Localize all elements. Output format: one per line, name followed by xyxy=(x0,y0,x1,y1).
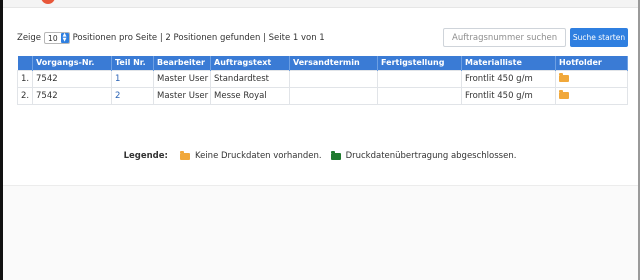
fertigstellung xyxy=(377,69,462,88)
table-header-row: Vorgangs-Nr. Teil Nr. Bearbeiter Auftrag… xyxy=(17,56,628,70)
spinner-icon[interactable]: ▲ ▼ xyxy=(60,33,69,43)
folder-icon xyxy=(179,150,190,160)
pager-status: Positionen pro Seite | 2 Positionen gefu… xyxy=(72,33,325,43)
folder-icon[interactable] xyxy=(559,90,569,99)
col-bearbeiter[interactable]: Bearbeiter xyxy=(153,56,211,70)
legend-label-no-data: Keine Druckdaten vorhanden. xyxy=(194,151,322,161)
materialliste: Frontlit 450 g/m xyxy=(461,69,556,88)
legend-title: Legende: xyxy=(123,151,168,161)
hotfolder-cell xyxy=(555,86,628,105)
folder-icon[interactable] xyxy=(559,73,569,82)
fertigstellung xyxy=(377,86,462,105)
col-versandtermin[interactable]: Versandtermin xyxy=(289,56,378,70)
vorgangs-nr: 7542 xyxy=(32,86,112,105)
row-index: 2. xyxy=(17,86,33,105)
per-page-value: 10 xyxy=(48,33,58,43)
versandtermin xyxy=(289,86,378,105)
bearbeiter: Master User xyxy=(153,69,211,88)
vorgangs-nr: 7542 xyxy=(32,69,112,88)
hotfolder-cell xyxy=(555,69,628,88)
legend-label-transfer-done: Druckdatenübertragung abgeschlossen. xyxy=(345,151,517,161)
logo xyxy=(41,0,55,4)
col-index xyxy=(17,56,33,70)
versandtermin xyxy=(289,69,378,88)
table-row[interactable]: 2. 7542 2 Master User Messe Royal Frontl… xyxy=(17,86,628,105)
footer-area xyxy=(3,185,638,280)
col-materialliste[interactable]: Materialliste xyxy=(461,56,556,70)
pager-prefix: Zeige xyxy=(17,33,42,43)
bearbeiter: Master User xyxy=(153,86,211,105)
col-vorgangs-nr[interactable]: Vorgangs-Nr. xyxy=(32,56,112,70)
legend: Legende: Keine Druckdaten vorhanden. Dru… xyxy=(0,150,640,161)
row-index: 1. xyxy=(17,69,33,88)
teil-nr-link[interactable]: 2 xyxy=(111,86,154,105)
search-button[interactable]: Suche starten xyxy=(570,28,628,47)
col-auftragstext[interactable]: Auftragstext xyxy=(210,56,290,70)
teil-nr-link[interactable]: 1 xyxy=(111,69,154,88)
table-row[interactable]: 1. 7542 1 Master User Standardtest Front… xyxy=(17,69,628,88)
orders-table: Vorgangs-Nr. Teil Nr. Bearbeiter Auftrag… xyxy=(17,56,628,105)
pager: Zeige 10 ▲ ▼ Positionen pro Seite | 2 Pos… xyxy=(17,32,325,44)
top-bar xyxy=(3,0,638,8)
auftragstext: Messe Royal xyxy=(210,86,290,105)
toolbar: Zeige 10 ▲ ▼ Positionen pro Seite | 2 Pos… xyxy=(17,28,628,48)
materialliste: Frontlit 450 g/m xyxy=(461,86,556,105)
col-fertigstellung[interactable]: Fertigstellung xyxy=(377,56,462,70)
col-hotfolder[interactable]: Hotfolder xyxy=(555,56,628,70)
per-page-select[interactable]: 10 ▲ ▼ xyxy=(44,32,70,44)
folder-open-icon xyxy=(330,150,341,160)
search-input[interactable] xyxy=(443,28,566,47)
col-teil-nr[interactable]: Teil Nr. xyxy=(111,56,154,70)
auftragstext: Standardtest xyxy=(210,69,290,88)
